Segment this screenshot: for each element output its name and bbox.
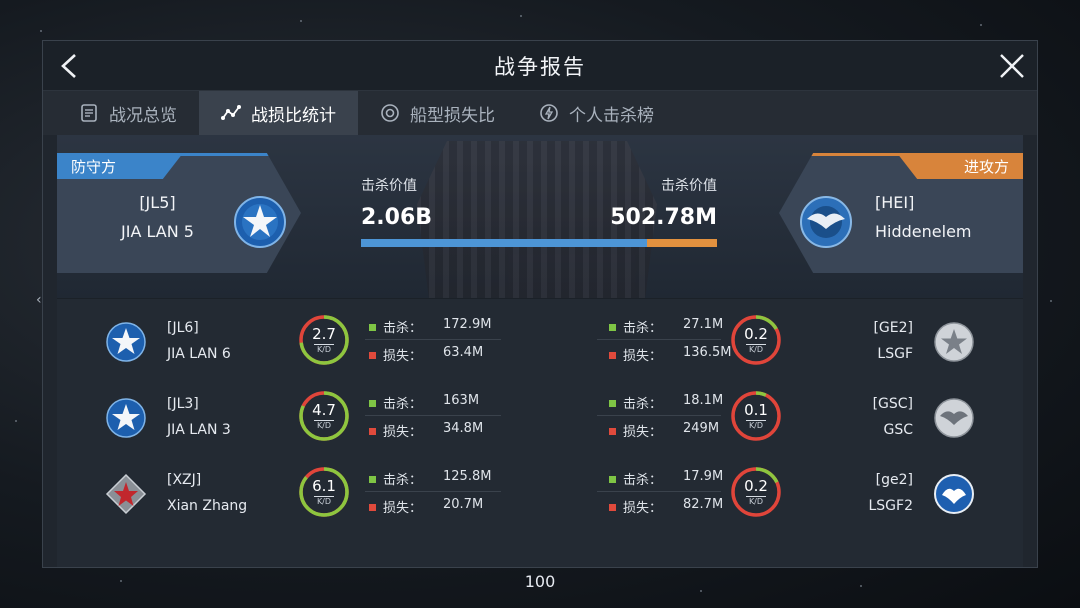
defender-tag: [JL5] [139,193,176,212]
right-alliance-tag: [GE2] [873,320,913,336]
side-drawer-handle[interactable]: ‹ [36,292,42,308]
kd-unit: K/D [316,421,332,430]
war-report-window: 战争报告 战况总览 战损比统计 船型损失比 个人击杀榜 防守方 [JL5] JI… [42,40,1038,568]
tab-label: 个人击杀榜 [569,105,654,126]
left-loss-stat: 损失： 20.7M [369,497,483,516]
left-kd-value: 6.1 [312,477,336,495]
right-alliance-tag: [ge2] [875,472,913,488]
left-kill-stat: 击杀： 163M [369,393,479,412]
right-alliance-name: LSGF [877,346,913,362]
right-alliance-name: GSC [883,422,913,438]
loss-ratio-panel: 防守方 [JL5] JIA LAN 5 击杀价值 2.06B 击杀价值 502.… [57,135,1023,567]
star-shield-icon [106,398,146,438]
tab-kill-ranking[interactable]: 个人击杀榜 [517,91,676,135]
kd-unit: K/D [316,497,332,506]
left-alliance[interactable]: [JL6] JIA LAN 6 [167,315,231,367]
tab-label: 战况总览 [109,105,177,126]
attacker-role-label: 进攻方 [897,153,1023,179]
left-loss-stat: 损失： 34.8M [369,421,483,440]
red-star-icon [105,473,147,515]
wings-emblem-icon [800,196,852,248]
right-kd-value: 0.1 [744,401,768,419]
left-alliance-name: JIA LAN 3 [167,422,231,438]
right-alliance-tag: [GSC] [872,396,913,412]
left-kill-stat: 击杀： 125.8M [369,469,491,488]
trend-icon [221,105,241,120]
left-loss-stat: 损失： 63.4M [369,345,483,364]
document-icon [81,104,97,122]
left-alliance[interactable]: [XZJ] Xian Zhang [167,467,247,519]
attacker-name: Hiddenelem [875,222,972,241]
attacker-tag: [HEI] [875,193,915,212]
left-alliance-tag: [JL3] [167,396,199,412]
comparison-row[interactable]: [JL6] JIA LAN 6 2.7 K/D 击杀： 172.9M 损失： 63.4M 击杀：… [57,301,1023,377]
tab-overview[interactable]: 战况总览 [57,91,199,135]
left-alliance-name: Xian Zhang [167,498,248,514]
left-kill-stat: 击杀： 172.9M [369,317,491,336]
page-title: 战争报告 [494,54,586,79]
right-kd-ring: 0.2 K/D [729,465,783,519]
tab-loss-ratio[interactable]: 战损比统计 [199,91,358,135]
comparison-row[interactable]: [XZJ] Xian Zhang 6.1 K/D 击杀： 125.8M 损失： 20.7M 击杀… [57,453,1023,529]
grey-star-icon [934,322,974,362]
left-alliance-tag: [JL6] [167,320,199,336]
defender-kill-value: 击杀价值 2.06B [361,178,433,230]
tab-label: 战损比统计 [251,105,336,126]
defender-role-label: 防守方 [57,153,183,179]
right-kd-ring: 0.2 K/D [729,313,783,367]
right-kd-ring: 0.1 K/D [729,389,783,443]
versus-header: 防守方 [JL5] JIA LAN 5 击杀价值 2.06B 击杀价值 502.… [57,135,1023,299]
defender-card: 防守方 [JL5] JIA LAN 5 [57,153,301,273]
kd-unit: K/D [316,345,332,354]
lightning-icon [540,104,558,122]
right-loss-stat: 损失： 249M [609,421,719,440]
right-alliance-name: LSGF2 [868,498,914,514]
right-kd-value: 0.2 [744,477,768,495]
alliance-comparison-list: [JL6] JIA LAN 6 2.7 K/D 击杀： 172.9M 损失： 63.4M 击杀：… [57,301,1023,529]
tab-ship-type-loss[interactable]: 船型损失比 [358,91,517,135]
left-kd-ring: 2.7 K/D [297,313,351,367]
left-alliance-name: JIA LAN 6 [167,346,231,362]
left-kd-ring: 6.1 K/D [297,465,351,519]
target-icon [381,104,399,122]
left-kd-ring: 4.7 K/D [297,389,351,443]
defender-name: JIA LAN 5 [121,222,194,241]
defender-share-fill [361,239,648,247]
star-shield-icon [106,322,146,362]
kd-unit: K/D [748,345,764,354]
tab-label: 船型损失比 [410,105,495,126]
right-kill-stat: 击杀： 18.1M [609,393,723,412]
right-kill-stat: 击杀： 27.1M [609,317,723,336]
left-kd-value: 4.7 [312,401,336,419]
attacker-card: 进攻方 [HEI] Hiddenelem [779,153,1023,273]
attacker-kill-value: 击杀价值 502.78M [610,178,717,230]
right-kd-value: 0.2 [744,325,768,343]
left-alliance[interactable]: [JL3] JIA LAN 3 [167,391,231,443]
back-arrow-icon[interactable] [55,51,85,81]
kd-unit: K/D [748,421,764,430]
left-kd-value: 2.7 [312,325,336,343]
left-alliance-tag: [XZJ] [167,472,202,488]
right-loss-stat: 损失： 82.7M [609,497,723,516]
blue-wings-icon [934,474,974,514]
right-alliance[interactable]: [GE2] LSGF [873,315,913,367]
page-indicator: 100 [524,572,556,591]
kd-unit: K/D [748,497,764,506]
star-shield-icon [234,196,286,248]
right-alliance[interactable]: [ge2] LSGF2 [869,467,914,519]
tab-bar: 战况总览 战损比统计 船型损失比 个人击杀榜 [43,91,1037,135]
right-kill-stat: 击杀： 17.9M [609,469,723,488]
right-loss-stat: 损失： 136.5M [609,345,731,364]
right-alliance[interactable]: [GSC] GSC [873,391,913,443]
kill-value-ratio-bar [361,239,717,247]
title-bar: 战争报告 [43,41,1037,91]
close-icon[interactable] [997,51,1027,81]
grey-wings-icon [934,398,974,438]
comparison-row[interactable]: [JL3] JIA LAN 3 4.7 K/D 击杀： 163M 损失： 34.8M 击杀： 18… [57,377,1023,453]
